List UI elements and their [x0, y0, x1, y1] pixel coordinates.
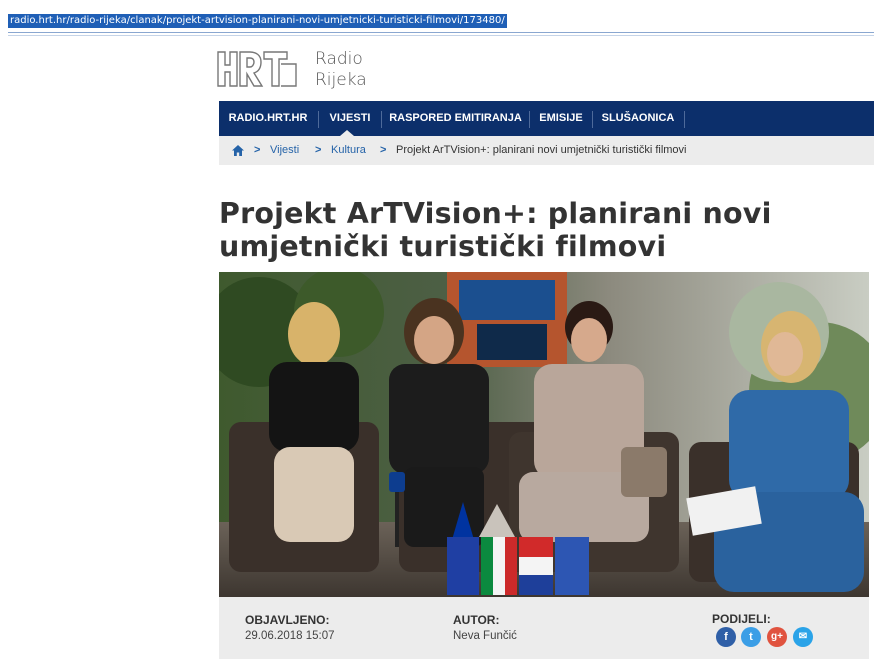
url-text[interactable]: radio.hrt.hr/radio-rijeka/clanak/projekt…: [8, 14, 507, 28]
share-label-text: PODIJELI: [712, 612, 767, 626]
logo-line-rijeka: Rijeka: [315, 70, 367, 90]
breadcrumb-separator: >: [254, 144, 261, 156]
site-logo[interactable]: Radio Rijeka: [217, 47, 377, 93]
nav-divider: [684, 111, 685, 128]
email-icon[interactable]: ✉: [793, 627, 813, 647]
breadcrumb-separator: >: [315, 144, 322, 156]
logo-text: Radio Rijeka: [315, 49, 367, 91]
article-title: Projekt ArTVision+: planirani novi umjet…: [219, 197, 772, 263]
address-bar-divider-secondary: [8, 35, 874, 36]
email-glyph: ✉: [798, 631, 808, 642]
article-meta: OBJAVLJENO: 29.06.2018 15:07 AUTOR: Neva…: [219, 597, 869, 659]
author-label: AUTOR:: [453, 613, 500, 627]
home-icon[interactable]: [232, 145, 244, 156]
author-label-text: AUTOR: [453, 613, 496, 627]
logo-line-radio: Radio: [315, 49, 363, 69]
breadcrumb-item-vijesti[interactable]: Vijesti: [270, 136, 299, 165]
author-name: Neva Funčić: [453, 630, 517, 642]
breadcrumb-separator: >: [380, 144, 387, 156]
main-nav: RADIO.HRT.HR VIJESTI RASPORED EMITIRANJA…: [219, 101, 874, 136]
published-date: 29.06.2018 15:07: [245, 630, 335, 642]
hrt-logo-icon: [217, 51, 297, 87]
facebook-icon[interactable]: f: [716, 627, 736, 647]
published-label: OBJAVLJENO:: [245, 613, 330, 627]
google-plus-glyph: g+: [771, 631, 783, 642]
nav-item-slusaonica[interactable]: SLUŠAONICA: [593, 101, 683, 136]
twitter-glyph: t: [749, 631, 753, 643]
published-label-text: OBJAVLJENO: [245, 613, 326, 627]
facebook-glyph: f: [724, 631, 728, 643]
breadcrumb: > Vijesti > Kultura > Projekt ArTVision+…: [219, 136, 874, 165]
article-image: [219, 272, 869, 597]
google-plus-icon[interactable]: g+: [767, 627, 787, 647]
press-conference-photo[interactable]: [219, 272, 869, 597]
nav-item-emisije[interactable]: EMISIJE: [530, 101, 592, 136]
breadcrumb-current: Projekt ArTVision+: planirani novi umjet…: [396, 144, 687, 156]
twitter-icon[interactable]: t: [741, 627, 761, 647]
address-bar[interactable]: radio.hrt.hr/radio-rijeka/clanak/projekt…: [0, 0, 874, 36]
nav-item-radio-hrt[interactable]: RADIO.HRT.HR: [219, 101, 317, 136]
share-label: PODIJELI:: [712, 612, 771, 626]
breadcrumb-item-kultura[interactable]: Kultura: [331, 136, 366, 165]
nav-item-raspored[interactable]: RASPORED EMITIRANJA: [382, 101, 529, 136]
address-bar-divider: [8, 32, 874, 33]
